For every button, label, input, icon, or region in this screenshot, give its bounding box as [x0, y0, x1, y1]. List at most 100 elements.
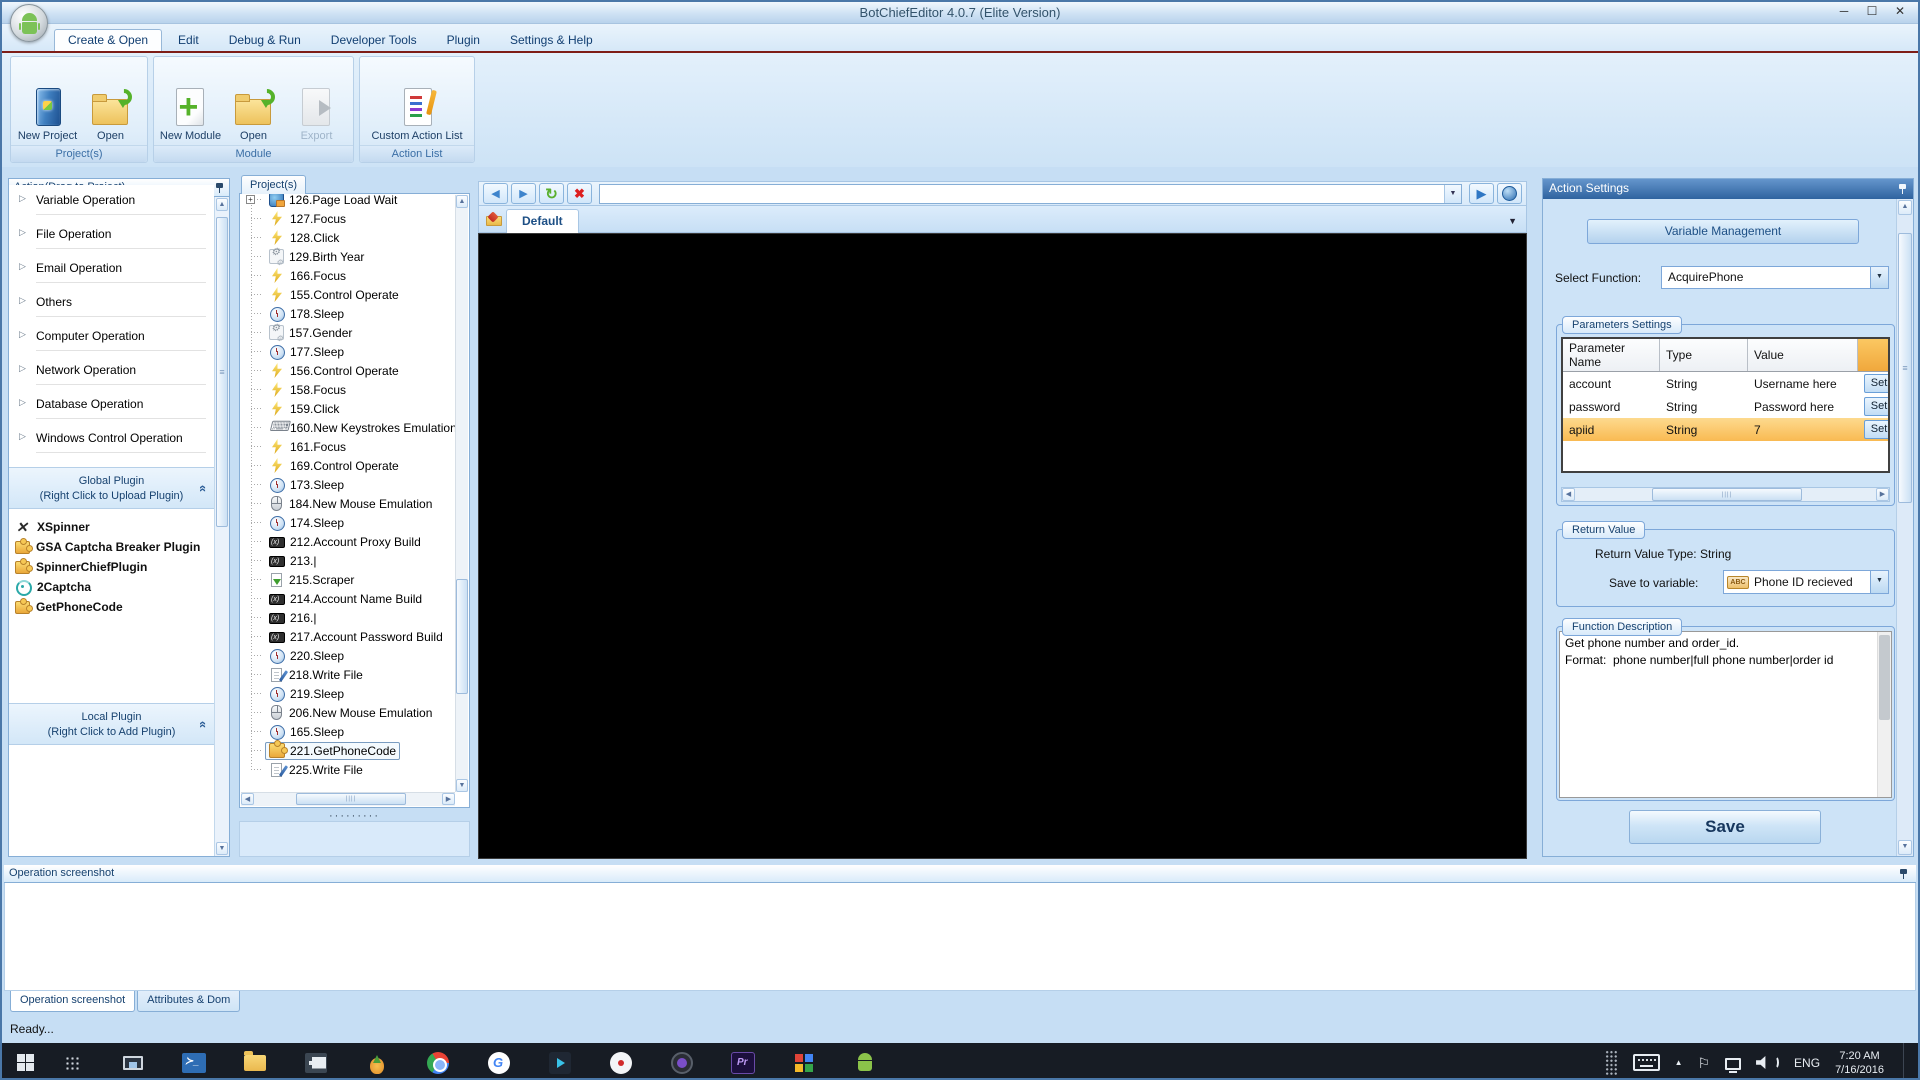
settings-panel-scrollbar[interactable]: ▲ ≡ ▼ — [1896, 199, 1913, 856]
volume-icon[interactable] — [1756, 1056, 1769, 1069]
chrome-icon[interactable] — [424, 1049, 452, 1077]
action-step-127[interactable]: 127.Focus — [242, 209, 455, 228]
action-category-email-operation[interactable]: Email Operation — [9, 253, 214, 287]
menu-tab-plugin[interactable]: Plugin — [433, 29, 494, 51]
action-category-file-operation[interactable]: File Operation — [9, 219, 214, 253]
scroll-thumb[interactable]: |||| — [296, 793, 406, 805]
action-step-129[interactable]: 129.Birth Year — [242, 247, 455, 266]
globe-button[interactable] — [1497, 183, 1522, 204]
plugin-getphonecode[interactable]: GetPhoneCode — [15, 597, 214, 617]
ribbon-button-open[interactable]: Open — [79, 60, 142, 145]
refresh-button[interactable] — [539, 183, 564, 204]
action-category-windows-control-operation[interactable]: Windows Control Operation — [9, 423, 214, 455]
scroll-thumb[interactable] — [456, 579, 468, 694]
tab-attributes-dom[interactable]: Attributes & Dom — [137, 991, 240, 1012]
parameter-row-account[interactable]: accountStringUsername hereSet — [1563, 372, 1888, 395]
scroll-up-icon[interactable]: ▲ — [1898, 200, 1912, 215]
action-step-216[interactable]: 216.| — [242, 608, 455, 627]
scroll-up-icon[interactable]: ▲ — [216, 198, 228, 211]
touch-keyboard-icon[interactable] — [1633, 1054, 1660, 1071]
dual-monitor-icon[interactable] — [119, 1049, 147, 1077]
action-step-219[interactable]: 219.Sleep — [242, 684, 455, 703]
action-step-184[interactable]: 184.New Mouse Emulation — [242, 494, 455, 513]
dark-media-app-icon[interactable] — [546, 1049, 574, 1077]
scroll-thumb[interactable]: ≡ — [1898, 233, 1912, 503]
scroll-down-icon[interactable]: ▼ — [216, 842, 228, 855]
google-icon[interactable] — [485, 1049, 513, 1077]
white-circle-app-icon[interactable] — [607, 1049, 635, 1077]
scroll-up-icon[interactable]: ▲ — [456, 195, 468, 208]
action-step-165[interactable]: 165.Sleep — [242, 722, 455, 741]
camera-app-icon[interactable] — [668, 1049, 696, 1077]
scroll-left-icon[interactable]: ◀ — [241, 793, 254, 805]
action-step-128[interactable]: 128.Click — [242, 228, 455, 247]
file-explorer-icon[interactable] — [241, 1049, 269, 1077]
go-button[interactable] — [1469, 183, 1494, 204]
set-button[interactable]: Set — [1864, 374, 1888, 393]
movie-app-icon[interactable] — [302, 1049, 330, 1077]
action-category-computer-operation[interactable]: Computer Operation — [9, 321, 214, 355]
save-to-variable-combobox[interactable]: ABC Phone ID recieved ▼ — [1723, 570, 1889, 594]
pin-icon[interactable] — [215, 182, 224, 194]
scroll-down-icon[interactable]: ▼ — [456, 779, 468, 792]
scroll-thumb[interactable]: |||| — [1652, 488, 1802, 501]
network-icon[interactable] — [1725, 1058, 1741, 1070]
global-plugin-header[interactable]: Global Plugin (Right Click to Upload Plu… — [9, 467, 214, 509]
action-step-155[interactable]: 155.Control Operate — [242, 285, 455, 304]
action-category-others[interactable]: Others — [9, 287, 214, 321]
dropdown-arrow-icon[interactable]: ▼ — [1870, 267, 1888, 288]
premiere-icon[interactable] — [729, 1049, 757, 1077]
plugin-gsa-captcha-breaker-plugin[interactable]: GSA Captcha Breaker Plugin — [15, 537, 214, 557]
action-step-214[interactable]: 214.Account Name Build — [242, 589, 455, 608]
tab-list-dropdown-icon[interactable]: ▼ — [1508, 216, 1517, 226]
action-step-159[interactable]: 159.Click — [242, 399, 455, 418]
collapse-chevron-icon[interactable]: « — [196, 721, 211, 728]
action-step-221[interactable]: 221.GetPhoneCode — [242, 741, 455, 760]
close-button[interactable]: ✕ — [1886, 2, 1914, 22]
back-button[interactable] — [483, 183, 508, 204]
pin-icon[interactable] — [1899, 868, 1908, 880]
save-button[interactable]: Save — [1629, 810, 1821, 844]
app-logo-android-icon[interactable] — [10, 4, 48, 42]
menu-tab-debug-run[interactable]: Debug & Run — [215, 29, 315, 51]
dropdown-arrow-icon[interactable]: ▼ — [1870, 571, 1888, 593]
function-description-text[interactable]: Get phone number and order_id.Format: ph… — [1559, 631, 1892, 798]
project-tree-hscrollbar[interactable]: ◀ |||| ▶ — [241, 792, 455, 806]
action-step-173[interactable]: 173.Sleep — [242, 475, 455, 494]
action-panel-scrollbar[interactable]: ▲ ≡ ▼ — [214, 197, 229, 856]
action-step-220[interactable]: 220.Sleep — [242, 646, 455, 665]
description-scrollbar[interactable] — [1877, 632, 1891, 797]
action-step-177[interactable]: 177.Sleep — [242, 342, 455, 361]
tab-operation-screenshot[interactable]: Operation screenshot — [10, 991, 135, 1012]
set-button[interactable]: Set — [1864, 420, 1888, 439]
action-step-213[interactable]: 213.| — [242, 551, 455, 570]
action-step-217[interactable]: 217.Account Password Build — [242, 627, 455, 646]
action-step-218[interactable]: 218.Write File — [242, 665, 455, 684]
action-step-157[interactable]: 157.Gender — [242, 323, 455, 342]
pin-icon[interactable] — [1898, 183, 1907, 195]
action-step-160[interactable]: 160.New Keystrokes Emulation — [242, 418, 455, 437]
plugin-spinnerchiefplugin[interactable]: SpinnerChiefPlugin — [15, 557, 214, 577]
parameters-hscrollbar[interactable]: ◀ |||| ▶ — [1561, 487, 1890, 502]
action-category-database-operation[interactable]: Database Operation — [9, 389, 214, 423]
menu-tab-create-open[interactable]: Create & Open — [54, 29, 162, 51]
menu-tab-edit[interactable]: Edit — [164, 29, 213, 51]
local-plugin-header[interactable]: Local Plugin (Right Click to Add Plugin)… — [9, 703, 214, 745]
pen-dots-icon[interactable] — [1605, 1050, 1618, 1076]
action-step-178[interactable]: 178.Sleep — [242, 304, 455, 323]
action-step-161[interactable]: 161.Focus — [242, 437, 455, 456]
browser-viewport[interactable] — [478, 233, 1527, 859]
action-step-206[interactable]: 206.New Mouse Emulation — [242, 703, 455, 722]
action-category-network-operation[interactable]: Network Operation — [9, 355, 214, 389]
select-function-combobox[interactable]: AcquirePhone ▼ — [1661, 266, 1889, 289]
url-dropdown-icon[interactable]: ▼ — [1444, 185, 1461, 203]
action-category-variable-operation[interactable]: Variable Operation — [9, 185, 214, 219]
clock[interactable]: 7:20 AM 7/16/2016 — [1835, 1049, 1884, 1077]
language-indicator[interactable]: ENG — [1794, 1056, 1820, 1070]
start-button[interactable] — [2, 1043, 48, 1080]
scroll-left-icon[interactable]: ◀ — [1562, 488, 1575, 501]
scroll-thumb[interactable]: ≡ — [216, 217, 228, 527]
plugin-2captcha[interactable]: 2Captcha — [15, 577, 214, 597]
maximize-button[interactable]: ☐ — [1858, 2, 1886, 22]
scroll-right-icon[interactable]: ▶ — [1876, 488, 1889, 501]
